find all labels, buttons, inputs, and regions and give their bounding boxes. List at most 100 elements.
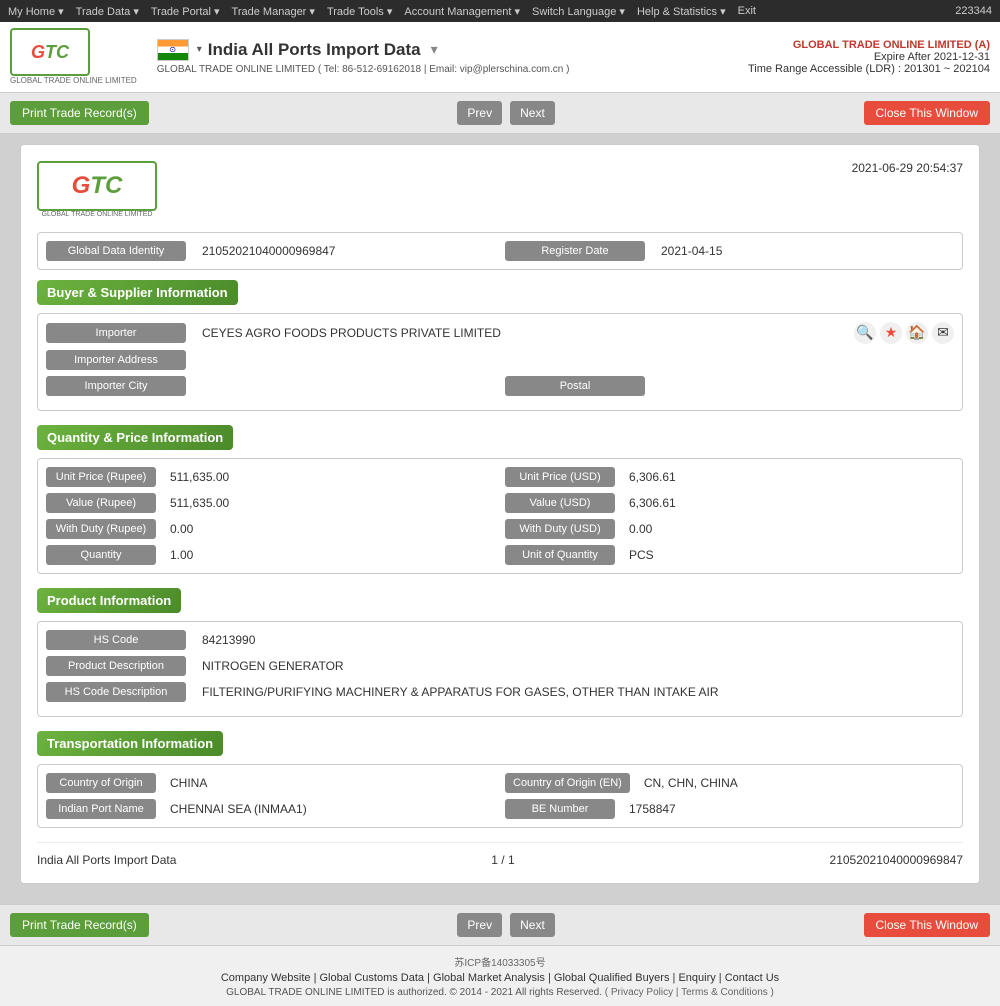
nav-trademanager[interactable]: Trade Manager ▾ bbox=[232, 5, 315, 18]
top-nav[interactable]: My Home ▾ Trade Data ▾ Trade Portal ▾ Tr… bbox=[8, 5, 756, 18]
prev-button-bottom[interactable]: Prev bbox=[457, 913, 502, 937]
global-customs-link[interactable]: Global Customs Data bbox=[320, 972, 425, 984]
with-duty-rupee-label: With Duty (Rupee) bbox=[46, 519, 156, 539]
next-button-bottom[interactable]: Next bbox=[510, 913, 555, 937]
identity-row: Global Data Identity 2105202104000096984… bbox=[37, 232, 963, 270]
footer-links[interactable]: Company Website | Global Customs Data | … bbox=[10, 972, 990, 984]
indian-port-label: Indian Port Name bbox=[46, 799, 156, 819]
page-heading: India All Ports Import Data bbox=[208, 40, 421, 60]
policy-links[interactable]: ( Privacy Policy | Terms & Conditions ) bbox=[605, 987, 774, 998]
bottom-toolbar: Print Trade Record(s) Prev Next Close Th… bbox=[0, 904, 1000, 945]
hs-code-label: HS Code bbox=[46, 630, 186, 650]
print-button-top[interactable]: Print Trade Record(s) bbox=[10, 101, 149, 125]
expire-date: Expire After 2021-12-31 bbox=[748, 51, 990, 63]
footer: 苏ICP备14033305号 Company Website | Global … bbox=[0, 945, 1000, 1006]
header: GTC GLOBAL TRADE ONLINE LIMITED ⊙ ▾ Indi… bbox=[0, 22, 1000, 93]
dropdown-arrow[interactable]: ▾ bbox=[431, 41, 438, 58]
unit-price-usd-value: 6,306.61 bbox=[623, 468, 954, 486]
prev-button-top[interactable]: Prev bbox=[457, 101, 502, 125]
home-icon[interactable]: 🏠 bbox=[906, 322, 928, 344]
nav-tradetools[interactable]: Trade Tools ▾ bbox=[327, 5, 392, 18]
hs-code-desc-row: HS Code Description FILTERING/PURIFYING … bbox=[46, 682, 954, 702]
logo-area: GTC GLOBAL TRADE ONLINE LIMITED bbox=[10, 28, 137, 86]
nav-tradedata[interactable]: Trade Data ▾ bbox=[76, 5, 139, 18]
record-header: GTC GLOBAL TRADE ONLINE LIMITED 2021-06-… bbox=[37, 161, 963, 218]
quantity-row: Quantity 1.00 Unit of Quantity PCS bbox=[46, 545, 954, 565]
star-icon[interactable]: ★ bbox=[880, 322, 902, 344]
nav-tradeportal[interactable]: Trade Portal ▾ bbox=[151, 5, 220, 18]
hs-code-row: HS Code 84213990 bbox=[46, 630, 954, 650]
with-duty-usd-value: 0.00 bbox=[623, 520, 954, 538]
product-section: Product Information HS Code 84213990 Pro… bbox=[37, 588, 963, 717]
unit-price-rupee-value: 511,635.00 bbox=[164, 468, 495, 486]
importer-city-label: Importer City bbox=[46, 376, 186, 396]
nav-helpstatistics[interactable]: Help & Statistics ▾ bbox=[637, 5, 726, 18]
importer-address-label: Importer Address bbox=[46, 350, 186, 370]
record-footer: India All Ports Import Data 1 / 1 210520… bbox=[37, 842, 963, 867]
product-header: Product Information bbox=[37, 588, 181, 613]
country-origin-en-label: Country of Origin (EN) bbox=[505, 773, 630, 793]
header-center: ⊙ ▾ India All Ports Import Data ▾ GLOBAL… bbox=[147, 39, 738, 75]
footer-left: India All Ports Import Data bbox=[37, 853, 176, 867]
logo: GTC bbox=[10, 28, 90, 76]
unit-of-quantity-label: Unit of Quantity bbox=[505, 545, 615, 565]
unit-price-rupee-label: Unit Price (Rupee) bbox=[46, 467, 156, 487]
company-name: GLOBAL TRADE ONLINE LIMITED (A) bbox=[748, 39, 990, 51]
value-usd-value: 6,306.61 bbox=[623, 494, 954, 512]
nav-myhome[interactable]: My Home ▾ bbox=[8, 5, 64, 18]
product-desc-value: NITROGEN GENERATOR bbox=[196, 657, 954, 675]
be-number-label: BE Number bbox=[505, 799, 615, 819]
next-button-top[interactable]: Next bbox=[510, 101, 555, 125]
transportation-header: Transportation Information bbox=[37, 731, 223, 756]
buyer-supplier-header: Buyer & Supplier Information bbox=[37, 280, 238, 305]
global-buyers-link[interactable]: Global Qualified Buyers bbox=[554, 972, 670, 984]
quantity-value: 1.00 bbox=[164, 546, 495, 564]
enquiry-link[interactable]: Enquiry bbox=[678, 972, 715, 984]
nav-switchlanguage[interactable]: Switch Language ▾ bbox=[532, 5, 625, 18]
with-duty-rupee-value: 0.00 bbox=[164, 520, 495, 538]
value-usd-label: Value (USD) bbox=[505, 493, 615, 513]
value-rupee-label: Value (Rupee) bbox=[46, 493, 156, 513]
country-origin-en-value: CN, CHN, CHINA bbox=[638, 774, 954, 792]
value-rupee-value: 511,635.00 bbox=[164, 494, 495, 512]
close-button-top[interactable]: Close This Window bbox=[864, 101, 990, 125]
with-duty-row: With Duty (Rupee) 0.00 With Duty (USD) 0… bbox=[46, 519, 954, 539]
nav-exit[interactable]: Exit bbox=[738, 5, 756, 18]
country-origin-row: Country of Origin CHINA Country of Origi… bbox=[46, 773, 954, 793]
india-flag: ⊙ bbox=[157, 39, 189, 61]
record-logo: GTC bbox=[37, 161, 157, 211]
global-market-link[interactable]: Global Market Analysis bbox=[433, 972, 545, 984]
email-icon[interactable]: ✉ bbox=[932, 322, 954, 344]
value-row: Value (Rupee) 511,635.00 Value (USD) 6,3… bbox=[46, 493, 954, 513]
importer-address-row: Importer Address bbox=[46, 350, 954, 370]
importer-address-value bbox=[196, 358, 954, 362]
global-data-identity-label: Global Data Identity bbox=[46, 241, 186, 261]
importer-city-value bbox=[196, 384, 495, 388]
print-button-bottom[interactable]: Print Trade Record(s) bbox=[10, 913, 149, 937]
company-website-link[interactable]: Company Website bbox=[221, 972, 311, 984]
hs-code-value: 84213990 bbox=[196, 631, 954, 649]
nav-accountmanagement[interactable]: Account Management ▾ bbox=[404, 5, 520, 18]
transportation-section: Transportation Information Country of Or… bbox=[37, 731, 963, 828]
unit-of-quantity-value: PCS bbox=[623, 546, 954, 564]
importer-icons: 🔍 ★ 🏠 ✉ bbox=[854, 322, 954, 344]
footer-right: 21052021040000969847 bbox=[830, 853, 963, 867]
main-content: GTC GLOBAL TRADE ONLINE LIMITED 2021-06-… bbox=[0, 134, 1000, 904]
unit-price-row: Unit Price (Rupee) 511,635.00 Unit Price… bbox=[46, 467, 954, 487]
contact-link[interactable]: Contact Us bbox=[725, 972, 779, 984]
copyright-text: GLOBAL TRADE ONLINE LIMITED is authorize… bbox=[10, 987, 990, 998]
quantity-label: Quantity bbox=[46, 545, 156, 565]
search-icon[interactable]: 🔍 bbox=[854, 322, 876, 344]
hs-code-desc-label: HS Code Description bbox=[46, 682, 186, 702]
register-date-value: 2021-04-15 bbox=[655, 242, 954, 260]
footer-center: 1 / 1 bbox=[491, 853, 514, 867]
subheader-text: GLOBAL TRADE ONLINE LIMITED ( Tel: 86-51… bbox=[157, 64, 738, 75]
importer-label: Importer bbox=[46, 323, 186, 343]
buyer-supplier-section: Buyer & Supplier Information Importer CE… bbox=[37, 280, 963, 411]
hs-code-desc-value: FILTERING/PURIFYING MACHINERY & APPARATU… bbox=[196, 683, 954, 701]
unit-price-usd-label: Unit Price (USD) bbox=[505, 467, 615, 487]
port-be-row: Indian Port Name CHENNAI SEA (INMAA1) BE… bbox=[46, 799, 954, 819]
quantity-price-section: Quantity & Price Information Unit Price … bbox=[37, 425, 963, 574]
close-button-bottom[interactable]: Close This Window bbox=[864, 913, 990, 937]
user-id: 223344 bbox=[955, 5, 992, 17]
